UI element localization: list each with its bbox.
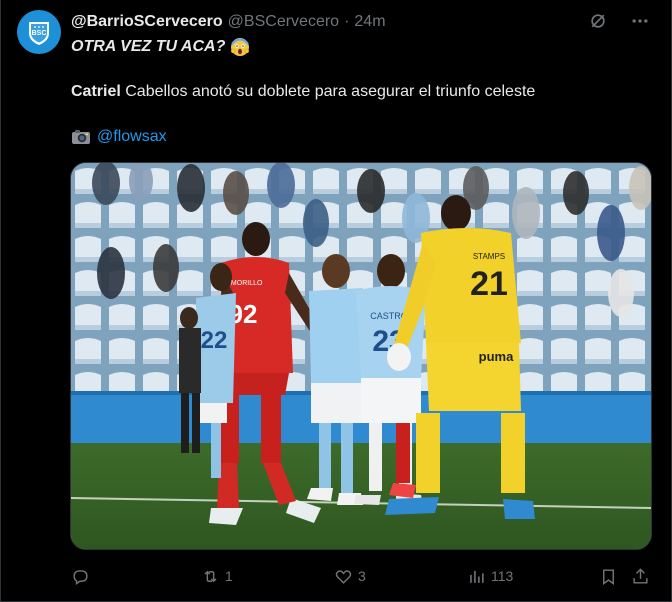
- share-button[interactable]: [631, 566, 650, 586]
- bookmark-icon: [603, 568, 614, 585]
- club-crest-icon: BSC: [29, 22, 49, 45]
- football-photo: 92 J. MORILLO 22 23 CASTRO 21 STAMPS pum…: [71, 163, 651, 549]
- views-count: 113: [491, 568, 514, 584]
- more-options-icon[interactable]: [629, 10, 651, 32]
- retweet-icon: [204, 570, 217, 582]
- retweet-button[interactable]: 1: [201, 566, 233, 586]
- views-chart-icon: [470, 570, 484, 583]
- bookmark-button[interactable]: [599, 566, 618, 586]
- views-button[interactable]: 113: [467, 566, 513, 586]
- scream-emoji-icon: [230, 37, 250, 57]
- svg-text:puma: puma: [479, 349, 514, 364]
- tweet-header: @BarrioSCervecero @BSCervecero · 24m: [71, 12, 386, 32]
- display-name[interactable]: @BarrioSCervecero: [71, 13, 223, 31]
- grok-icon[interactable]: [587, 10, 609, 32]
- like-count: 3: [358, 568, 366, 584]
- separator-dot: ·: [344, 13, 350, 30]
- player-name-bold: Catriel: [71, 83, 121, 100]
- reply-icon: [73, 569, 88, 585]
- mention-link[interactable]: @flowsax: [97, 127, 167, 147]
- tweet-text-line1: OTRA VEZ TU ACA?: [71, 37, 250, 57]
- tweet-text-line2: Catriel Cabellos anotó su doblete para a…: [71, 82, 535, 102]
- user-handle[interactable]: @BSCervecero: [228, 13, 339, 31]
- like-button[interactable]: 3: [334, 566, 366, 586]
- action-bar: 1 3 113: [71, 566, 651, 586]
- svg-text:22: 22: [201, 327, 228, 354]
- svg-text:STAMPS: STAMPS: [473, 252, 505, 261]
- tweet-card[interactable]: BSC @BarrioSCervecero @BSCervecero · 24m…: [0, 0, 672, 602]
- avatar[interactable]: BSC: [17, 10, 61, 54]
- photo-credit: @flowsax: [71, 127, 167, 147]
- tweet-body: Cabellos anotó su doblete para asegurar …: [120, 83, 536, 100]
- reply-button[interactable]: [71, 566, 95, 586]
- retweet-count: 1: [225, 568, 233, 584]
- heart-icon: [335, 569, 352, 584]
- svg-text:21: 21: [470, 265, 508, 303]
- tweet-photo[interactable]: 92 J. MORILLO 22 23 CASTRO 21 STAMPS pum…: [70, 162, 652, 550]
- tweet-headline: OTRA VEZ TU ACA?: [71, 38, 226, 56]
- camera-emoji-icon: [71, 127, 91, 147]
- timestamp[interactable]: 24m: [354, 13, 385, 31]
- share-icon: [633, 567, 648, 584]
- top-actions: [587, 10, 651, 32]
- svg-text:BSC: BSC: [32, 30, 47, 37]
